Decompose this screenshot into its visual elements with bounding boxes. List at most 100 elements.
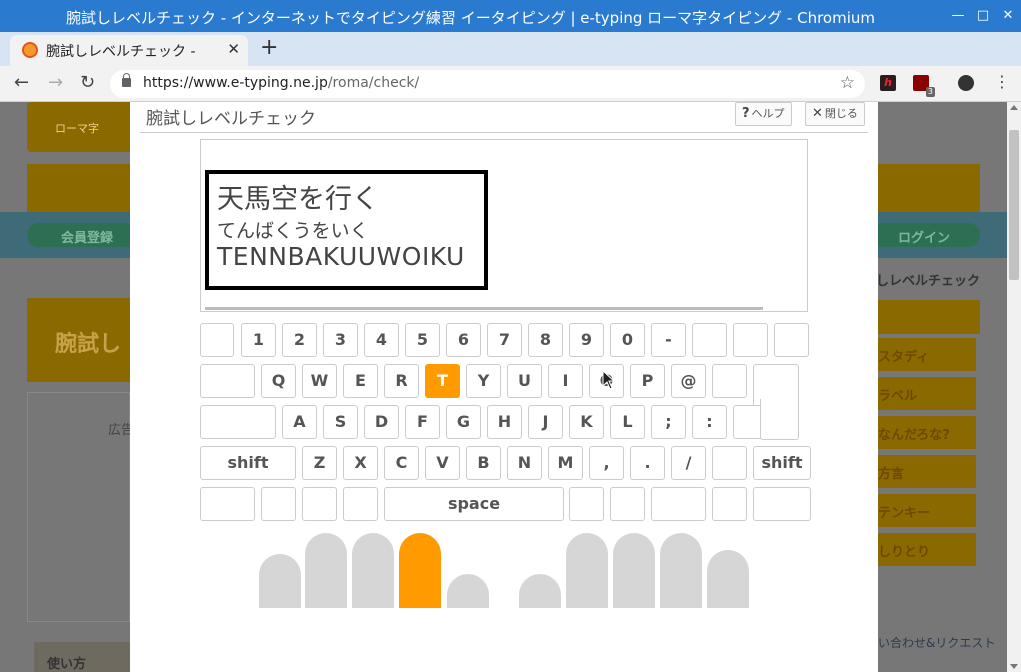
level-check-modal: 腕試しレベルチェック ? ヘルプ ✕ 閉じる 天馬空を行く てんばくうをいく TEN… (130, 102, 878, 672)
key-1: 1 (241, 323, 276, 357)
key-j: J (528, 405, 563, 439)
key-m: M (548, 446, 583, 480)
howto-band: 使い方 (34, 642, 130, 672)
ublock-icon[interactable]: 3 (913, 75, 935, 97)
key-@: @ (671, 364, 706, 398)
key-8: 8 (528, 323, 563, 357)
finger-left-thumb (447, 574, 489, 608)
key-k: K (569, 405, 604, 439)
key-3: 3 (323, 323, 358, 357)
finger-left-index (399, 533, 441, 608)
key-d: D (364, 405, 399, 439)
word-romaji: TENNBAKUUWOIKU (217, 242, 465, 271)
key-0: 0 (610, 323, 645, 357)
sidebar-item-3[interactable]: 方言 (878, 455, 976, 488)
close-icon: ✕ (812, 106, 823, 121)
close-window-icon[interactable]: ✕ (1000, 8, 1016, 24)
sidebar-header (878, 300, 980, 334)
level-check-link[interactable]: しレベルチェック (876, 270, 980, 289)
site-logo: ローマ字 (27, 102, 137, 152)
key-u: U (507, 364, 542, 398)
member-register-button[interactable]: 会員登録 (27, 223, 147, 247)
finger-left-middle (352, 533, 394, 608)
content-panel: 広告 (27, 392, 134, 622)
key-p: P (630, 364, 665, 398)
key-,: , (589, 446, 624, 480)
key-blank (712, 487, 747, 521)
key-7: 7 (487, 323, 522, 357)
sidebar-item-2[interactable]: なんだろな? (878, 416, 976, 449)
word-kana: てんばくうをいく (217, 220, 369, 242)
close-button[interactable]: ✕ 閉じる (805, 102, 865, 126)
background-heading: 腕試し (55, 332, 122, 357)
key-shift: shift (200, 446, 296, 480)
address-bar[interactable]: https://www.e-typing.ne.jp/roma/check/ ☆ (110, 70, 865, 98)
reload-icon[interactable]: ↻ (80, 72, 95, 93)
key-blank (261, 487, 296, 521)
key--: - (651, 323, 686, 357)
menu-icon[interactable]: ⋮ (994, 72, 1010, 91)
key-blank (200, 364, 255, 398)
forward-icon[interactable]: → (48, 72, 63, 93)
window-title: 腕試しレベルチェック - インターネットでタイピング練習 イータイピング | e… (65, 9, 876, 27)
key-e: E (343, 364, 378, 398)
help-button[interactable]: ? ヘルプ (735, 102, 792, 126)
mouse-cursor-icon (602, 370, 616, 390)
key-6: 6 (446, 323, 481, 357)
key-blank (200, 405, 276, 439)
page-scrollbar[interactable] (1007, 102, 1021, 672)
tab-strip: 腕試しレベルチェック - ✕ + (0, 32, 1021, 66)
key-blank (712, 446, 747, 480)
finger-right-thumb (519, 574, 561, 608)
key-g: G (446, 405, 481, 439)
tab-close-icon[interactable]: ✕ (227, 40, 240, 58)
back-icon[interactable]: ← (14, 72, 29, 93)
word-kanji: 天馬空を行く (217, 184, 379, 215)
extension-h-icon[interactable]: h (880, 75, 896, 91)
key-y: Y (466, 364, 501, 398)
key-v: V (425, 446, 460, 480)
contact-link[interactable]: い合わせ&リクエスト (878, 634, 995, 651)
finger-right-pinky (707, 550, 749, 608)
finger-right-index (566, 533, 608, 608)
finger-left-ring (305, 533, 347, 608)
sidebar-item-4[interactable]: テンキー (878, 494, 976, 527)
maximize-icon[interactable]: □ (975, 8, 991, 24)
scroll-thumb[interactable] (1009, 130, 1019, 280)
key-space: space (384, 487, 564, 521)
extension-badge: 3 (925, 87, 935, 97)
key-blank (692, 323, 727, 357)
help-icon: ? (742, 106, 750, 121)
new-tab-icon[interactable]: + (260, 35, 278, 60)
scroll-down-icon[interactable] (1010, 664, 1018, 669)
profile-icon[interactable] (958, 75, 974, 91)
key-n: N (507, 446, 542, 480)
key-l: L (610, 405, 645, 439)
url-text: https://www.e-typing.ne.jp/roma/check/ (143, 75, 420, 91)
bookmark-star-icon[interactable]: ☆ (840, 73, 855, 93)
key-b: B (466, 446, 501, 480)
sidebar-item-1[interactable]: ラベル (878, 377, 976, 410)
minimize-icon[interactable]: — (950, 8, 966, 24)
browser-tab[interactable]: 腕試しレベルチェック - ✕ (10, 35, 248, 66)
finger-left-pinky (259, 554, 301, 608)
scroll-up-icon[interactable] (1010, 105, 1018, 110)
key-r: R (384, 364, 419, 398)
key-.: . (630, 446, 665, 480)
sidebar-item-0[interactable]: スタディ (878, 338, 976, 371)
key-x: X (343, 446, 378, 480)
key-enter-lower (760, 399, 799, 440)
key-blank (733, 323, 768, 357)
key-z: Z (302, 446, 337, 480)
key-s: S (323, 405, 358, 439)
tab-title: 腕試しレベルチェック - (46, 44, 196, 60)
key-c: C (384, 446, 419, 480)
login-button[interactable]: ログイン (870, 223, 980, 247)
sidebar-item-5[interactable]: しりとり (878, 533, 976, 566)
finger-right-ring (660, 533, 702, 608)
finger-right-middle (613, 533, 655, 608)
key-blank (712, 364, 747, 398)
key-/: / (671, 446, 706, 480)
key-f: F (405, 405, 440, 439)
key-blank (200, 487, 255, 521)
